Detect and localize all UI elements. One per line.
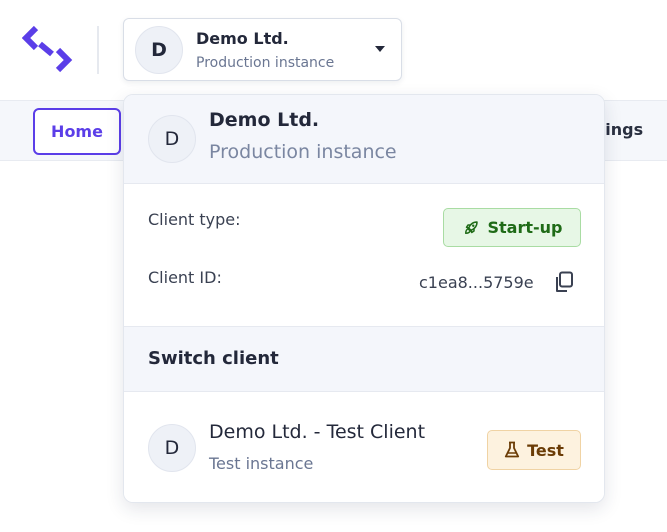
client-dropdown-menu: D Demo Ltd. Production instance Client t… bbox=[123, 94, 605, 503]
client-info-section: Client type: Start-up Client ID: c1ea8..… bbox=[124, 184, 604, 326]
avatar: D bbox=[148, 115, 196, 163]
current-client-instance: Production instance bbox=[209, 141, 397, 163]
header-divider bbox=[97, 26, 99, 74]
brand-logo-icon[interactable] bbox=[22, 24, 74, 76]
client-list-item[interactable]: D Demo Ltd. - Test Client Test instance … bbox=[124, 392, 604, 502]
avatar: D bbox=[148, 424, 196, 472]
client-type-badge: Start-up bbox=[443, 208, 581, 247]
client-id-label: Client ID: bbox=[148, 268, 222, 287]
caret-down-icon bbox=[375, 46, 385, 52]
switch-client-header: Switch client bbox=[124, 326, 604, 392]
switch-client-title: Switch client bbox=[148, 348, 279, 369]
current-client-name: Demo Ltd. bbox=[209, 109, 320, 131]
client-item-name: Demo Ltd. - Test Client bbox=[209, 421, 426, 443]
avatar: D bbox=[135, 26, 183, 74]
client-type-value: Start-up bbox=[487, 218, 563, 237]
test-badge: Test bbox=[487, 430, 581, 470]
flask-icon bbox=[504, 441, 520, 458]
current-client-header: D Demo Ltd. Production instance bbox=[124, 95, 604, 184]
client-name: Demo Ltd. bbox=[196, 29, 289, 48]
top-bar: D Demo Ltd. Production instance bbox=[0, 0, 667, 100]
client-item-instance: Test instance bbox=[209, 454, 314, 473]
client-type-label: Client type: bbox=[148, 210, 241, 229]
client-id-value: c1ea8...5759e bbox=[419, 273, 534, 292]
client-selector-button[interactable]: D Demo Ltd. Production instance bbox=[123, 18, 402, 81]
copy-icon[interactable] bbox=[554, 271, 574, 293]
rocket-icon bbox=[464, 220, 478, 234]
tab-home[interactable]: Home bbox=[33, 108, 121, 155]
test-badge-label: Test bbox=[527, 440, 564, 460]
client-instance: Production instance bbox=[196, 55, 335, 71]
